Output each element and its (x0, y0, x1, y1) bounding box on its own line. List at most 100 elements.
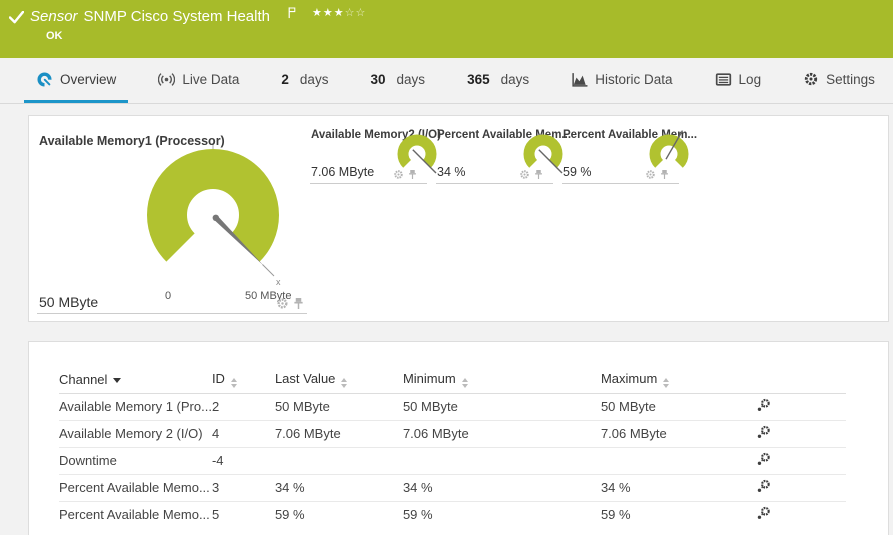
tab-overview[interactable]: Overview (24, 58, 128, 103)
cell-last-value: 34 % (275, 474, 403, 501)
gauge-tile-percent-memory-2[interactable]: Percent Available Mem... 59 % (562, 126, 679, 184)
pin-icon[interactable] (408, 169, 417, 180)
channel-settings-icon[interactable] (756, 479, 771, 494)
tab-bar: Overview Live Data 2days 30days 365days … (0, 58, 893, 104)
gauge-title: Available Memory1 (Processor) (39, 134, 225, 148)
gear-icon[interactable] (519, 169, 530, 180)
cell-last-value (275, 447, 403, 474)
cell-maximum: 50 MByte (601, 393, 756, 420)
table-row[interactable]: Available Memory 2 (I/O) 4 7.06 MByte 7.… (59, 420, 846, 447)
gauge-tile-available-memory1[interactable]: x Available Memory1 (Processor) 0 50 MBy… (37, 124, 307, 314)
ok-check-icon (9, 11, 24, 24)
flag-icon[interactable] (287, 6, 297, 19)
gear-icon[interactable] (276, 297, 289, 310)
tab-365-days[interactable]: 365 days (455, 58, 541, 103)
tab-label: days (300, 72, 329, 87)
table-row[interactable]: Available Memory 1 (Pro... 2 50 MByte 50… (59, 393, 846, 420)
tab-log[interactable]: Log (703, 58, 774, 103)
column-header-settings (756, 366, 846, 393)
gauge-chart: x (37, 124, 307, 314)
gear-icon[interactable] (393, 169, 404, 180)
cell-maximum: 34 % (601, 474, 756, 501)
table-row[interactable]: Percent Available Memo... 5 59 % 59 % 59… (59, 501, 846, 528)
sensor-name: SNMP Cisco System Health (84, 8, 270, 25)
live-data-icon (158, 71, 175, 88)
cell-id: 2 (212, 393, 275, 420)
gauge-value: 50 MByte (39, 294, 98, 310)
tab-2-days[interactable]: 2days (269, 58, 340, 103)
cell-id: -4 (212, 447, 275, 474)
tab-label: Log (739, 72, 762, 87)
cell-minimum: 34 % (403, 474, 601, 501)
sort-icon (341, 378, 347, 388)
gauge-value: 34 % (437, 165, 466, 179)
needle-marker: x (276, 277, 281, 287)
cell-channel[interactable]: Percent Available Memo... (59, 501, 212, 528)
tab-settings[interactable]: Settings (791, 58, 887, 103)
status-badge: OK (46, 30, 63, 42)
sort-icon (663, 378, 669, 388)
stars-filled: ★★★ (312, 7, 345, 19)
gauges-panel: x Available Memory1 (Processor) 0 50 MBy… (28, 115, 889, 322)
sort-desc-icon (113, 378, 121, 383)
tab-historic-data[interactable]: Historic Data (559, 58, 684, 103)
gauge-tile-available-memory2[interactable]: Available Memory2 (I/O) 7.06 MByte (310, 126, 427, 184)
tab-number: 30 (371, 72, 386, 87)
sort-icon (231, 378, 237, 388)
gauge-chart (394, 128, 440, 174)
gauge-tile-percent-memory-1[interactable]: Percent Available Mem... 34 % (436, 126, 553, 184)
gear-icon (803, 71, 819, 87)
channel-settings-icon[interactable] (756, 425, 771, 440)
cell-last-value: 50 MByte (275, 393, 403, 420)
tab-label: days (397, 72, 426, 87)
sensor-header: SensorSNMP Cisco System Health ★★★☆☆ OK (0, 0, 893, 58)
gauge-scale-min: 0 (165, 290, 171, 302)
cell-minimum: 7.06 MByte (403, 420, 601, 447)
log-list-icon (715, 71, 732, 88)
cell-last-value: 7.06 MByte (275, 420, 403, 447)
cell-maximum (601, 447, 756, 474)
cell-last-value: 59 % (275, 501, 403, 528)
column-header-maximum[interactable]: Maximum (601, 366, 756, 393)
pin-icon[interactable] (293, 297, 304, 310)
table-row[interactable]: Downtime -4 (59, 447, 846, 474)
cell-id: 3 (212, 474, 275, 501)
gauge-value: 7.06 MByte (311, 165, 374, 179)
table-row[interactable]: Percent Available Memo... 3 34 % 34 % 34… (59, 474, 846, 501)
tab-number: 365 (467, 72, 490, 87)
cell-channel[interactable]: Percent Available Memo... (59, 474, 212, 501)
channel-table: Channel ID Last Value Minimum Maximum Av… (59, 366, 846, 528)
cell-channel[interactable]: Available Memory 2 (I/O) (59, 420, 212, 447)
cell-channel[interactable]: Downtime (59, 447, 212, 474)
column-header-minimum[interactable]: Minimum (403, 366, 601, 393)
tab-30-days[interactable]: 30 days (359, 58, 438, 103)
gauge-icon (36, 71, 53, 88)
column-header-id[interactable]: ID (212, 366, 275, 393)
stars-empty: ☆☆ (345, 7, 367, 19)
channel-settings-icon[interactable] (756, 398, 771, 413)
cell-channel[interactable]: Available Memory 1 (Pro... (59, 393, 212, 420)
channel-settings-icon[interactable] (756, 506, 771, 521)
cell-minimum: 50 MByte (403, 393, 601, 420)
pin-icon[interactable] (534, 169, 543, 180)
channel-table-panel: Channel ID Last Value Minimum Maximum Av… (28, 341, 889, 535)
column-header-channel[interactable]: Channel (59, 366, 212, 393)
cell-maximum: 7.06 MByte (601, 420, 756, 447)
sort-icon (462, 378, 468, 388)
cell-minimum (403, 447, 601, 474)
pin-icon[interactable] (660, 169, 669, 180)
cell-id: 4 (212, 420, 275, 447)
gauge-chart (520, 128, 566, 174)
tab-label: Overview (60, 72, 116, 87)
table-header-row: Channel ID Last Value Minimum Maximum (59, 366, 846, 393)
column-header-last-value[interactable]: Last Value (275, 366, 403, 393)
priority-stars[interactable]: ★★★☆☆ (312, 6, 366, 19)
gear-icon[interactable] (645, 169, 656, 180)
channel-settings-icon[interactable] (756, 452, 771, 467)
cell-minimum: 59 % (403, 501, 601, 528)
tab-label: days (501, 72, 530, 87)
area-chart-icon (571, 71, 588, 88)
cell-maximum: 59 % (601, 501, 756, 528)
tab-live-data[interactable]: Live Data (146, 58, 251, 103)
page-title: SensorSNMP Cisco System Health (30, 8, 270, 25)
